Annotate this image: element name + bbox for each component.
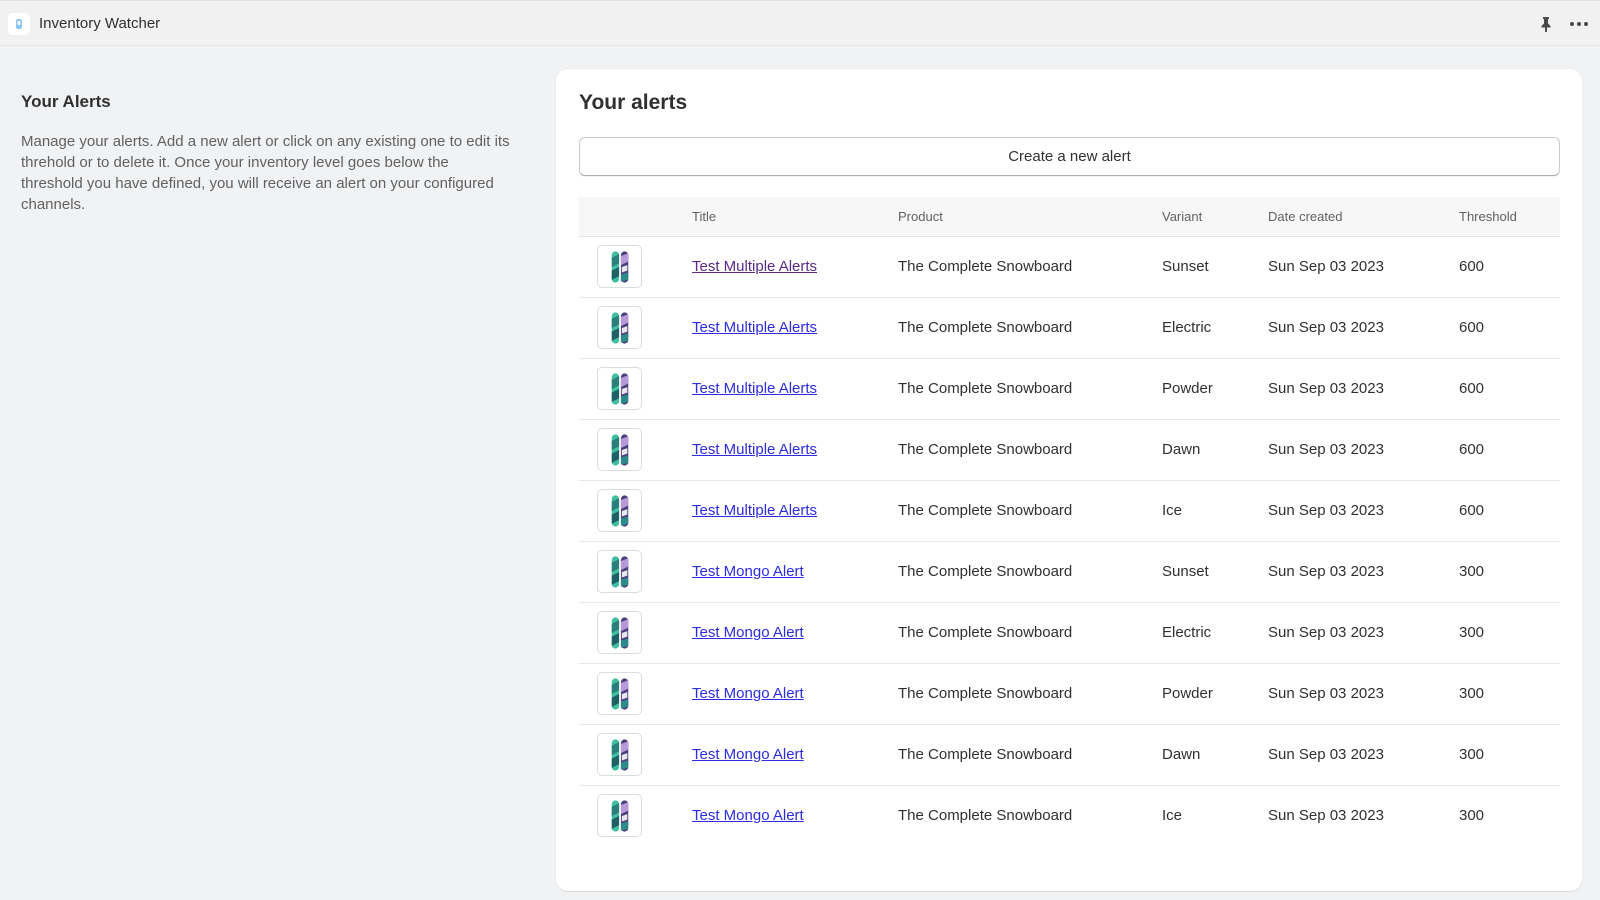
variant-cell: Sunset: [1162, 541, 1268, 603]
more-horizontal-icon[interactable]: [1568, 16, 1590, 32]
alert-title-link[interactable]: Test Mongo Alert: [692, 807, 804, 824]
threshold-cell: 600: [1459, 236, 1560, 298]
column-header-image: [579, 197, 692, 237]
snowboard-thumbnail: [597, 794, 642, 838]
alert-title-link[interactable]: Test Mongo Alert: [692, 685, 804, 702]
date-created-cell: Sun Sep 03 2023: [1268, 480, 1459, 542]
threshold-cell: 300: [1459, 807, 1485, 825]
threshold-cell: 600: [1459, 297, 1560, 359]
product-cell: The Complete Snowboard: [898, 480, 1162, 542]
alert-title-link[interactable]: Test Multiple Alerts: [692, 502, 817, 519]
create-alert-button[interactable]: Create a new alert: [579, 137, 1560, 176]
threshold-cell: 300: [1459, 541, 1560, 603]
table-row[interactable]: Test Mongo Alert The Complete Snowboard …: [579, 663, 1560, 725]
variant-cell: Ice: [1162, 807, 1183, 825]
threshold-cell: 600: [1459, 419, 1560, 481]
product-cell: The Complete Snowboard: [898, 541, 1162, 603]
table-header-row: Title Product Variant Date created Thres…: [579, 197, 1560, 237]
table-row[interactable]: Test Mongo Alert The Complete Snowboard …: [579, 541, 1560, 603]
snowboard-thumbnail: [597, 733, 642, 776]
column-header-date-created: Date created: [1268, 197, 1459, 237]
alert-title-link[interactable]: Test Mongo Alert: [692, 624, 804, 641]
alert-title-link[interactable]: Test Multiple Alerts: [692, 441, 817, 458]
alert-title-link[interactable]: Test Multiple Alerts: [692, 319, 817, 336]
date-created-cell: Sun Sep 03 2023: [1268, 297, 1459, 359]
variant-cell: Electric: [1162, 297, 1268, 359]
variant-cell: Powder: [1162, 358, 1268, 420]
snowboard-thumbnail: [597, 367, 642, 410]
threshold-cell: 600: [1459, 480, 1560, 542]
alert-title-link[interactable]: Test Mongo Alert: [692, 746, 804, 763]
alerts-card: Your alerts Create a new alert Title Pro…: [556, 69, 1582, 891]
side-heading: Your Alerts: [21, 92, 111, 111]
product-cell: The Complete Snowboard: [898, 807, 1073, 825]
date-created-cell: Sun Sep 03 2023: [1268, 236, 1459, 298]
date-created-cell: Sun Sep 03 2023: [1268, 358, 1459, 420]
product-cell: The Complete Snowboard: [898, 297, 1162, 359]
date-created-cell: Sun Sep 03 2023: [1268, 807, 1384, 825]
column-header-variant: Variant: [1162, 197, 1268, 237]
snowboard-thumbnail: [597, 550, 642, 593]
variant-cell: Dawn: [1162, 419, 1268, 481]
side-description-section: Your Alerts Manage your alerts. Add a ne…: [21, 92, 511, 215]
table-row[interactable]: Test Mongo Alert The Complete Snowboard …: [579, 602, 1560, 664]
alert-title-link[interactable]: Test Mongo Alert: [692, 563, 804, 580]
column-header-product: Product: [898, 197, 1162, 237]
app-logo-icon: [8, 13, 30, 35]
alert-title-link[interactable]: Test Multiple Alerts: [692, 258, 817, 275]
pin-icon[interactable]: [1538, 16, 1554, 33]
variant-cell: Sunset: [1162, 236, 1268, 298]
product-cell: The Complete Snowboard: [898, 358, 1162, 420]
date-created-cell: Sun Sep 03 2023: [1268, 724, 1459, 786]
date-created-cell: Sun Sep 03 2023: [1268, 602, 1459, 664]
snowboard-thumbnail: [597, 672, 642, 715]
product-cell: The Complete Snowboard: [898, 663, 1162, 725]
variant-cell: Ice: [1162, 480, 1268, 542]
column-header-threshold: Threshold: [1459, 197, 1560, 237]
snowboard-thumbnail: [597, 428, 642, 471]
app-title: Inventory Watcher: [39, 15, 161, 32]
product-cell: The Complete Snowboard: [898, 419, 1162, 481]
table-row[interactable]: Test Mongo Alert The Complete Snowboard …: [579, 724, 1560, 786]
product-cell: The Complete Snowboard: [898, 602, 1162, 664]
column-header-title: Title: [692, 197, 898, 237]
table-row[interactable]: Test Mongo Alert The Complete Snowboard …: [579, 785, 1560, 846]
alerts-table: Title Product Variant Date created Thres…: [579, 197, 1560, 846]
table-row[interactable]: Test Multiple Alerts The Complete Snowbo…: [579, 419, 1560, 481]
table-row[interactable]: Test Multiple Alerts The Complete Snowbo…: [579, 358, 1560, 420]
alerts-heading: Your alerts: [579, 91, 688, 114]
alert-title-link[interactable]: Test Multiple Alerts: [692, 380, 817, 397]
threshold-cell: 300: [1459, 663, 1560, 725]
snowboard-thumbnail: [597, 611, 642, 654]
table-row[interactable]: Test Multiple Alerts The Complete Snowbo…: [579, 297, 1560, 359]
table-row[interactable]: Test Multiple Alerts The Complete Snowbo…: [579, 236, 1560, 298]
date-created-cell: Sun Sep 03 2023: [1268, 419, 1459, 481]
threshold-cell: 300: [1459, 724, 1560, 786]
variant-cell: Powder: [1162, 663, 1268, 725]
variant-cell: Dawn: [1162, 724, 1268, 786]
side-description: Manage your alerts. Add a new alert or c…: [21, 133, 510, 213]
date-created-cell: Sun Sep 03 2023: [1268, 663, 1459, 725]
app-title-bar: Inventory Watcher: [0, 0, 1600, 46]
product-cell: The Complete Snowboard: [898, 236, 1162, 298]
threshold-cell: 300: [1459, 602, 1560, 664]
variant-cell: Electric: [1162, 602, 1268, 664]
snowboard-thumbnail: [597, 245, 642, 288]
product-cell: The Complete Snowboard: [898, 724, 1162, 786]
threshold-cell: 600: [1459, 358, 1560, 420]
snowboard-thumbnail: [597, 489, 642, 532]
date-created-cell: Sun Sep 03 2023: [1268, 541, 1459, 603]
snowboard-thumbnail: [597, 306, 642, 349]
table-row[interactable]: Test Multiple Alerts The Complete Snowbo…: [579, 480, 1560, 542]
